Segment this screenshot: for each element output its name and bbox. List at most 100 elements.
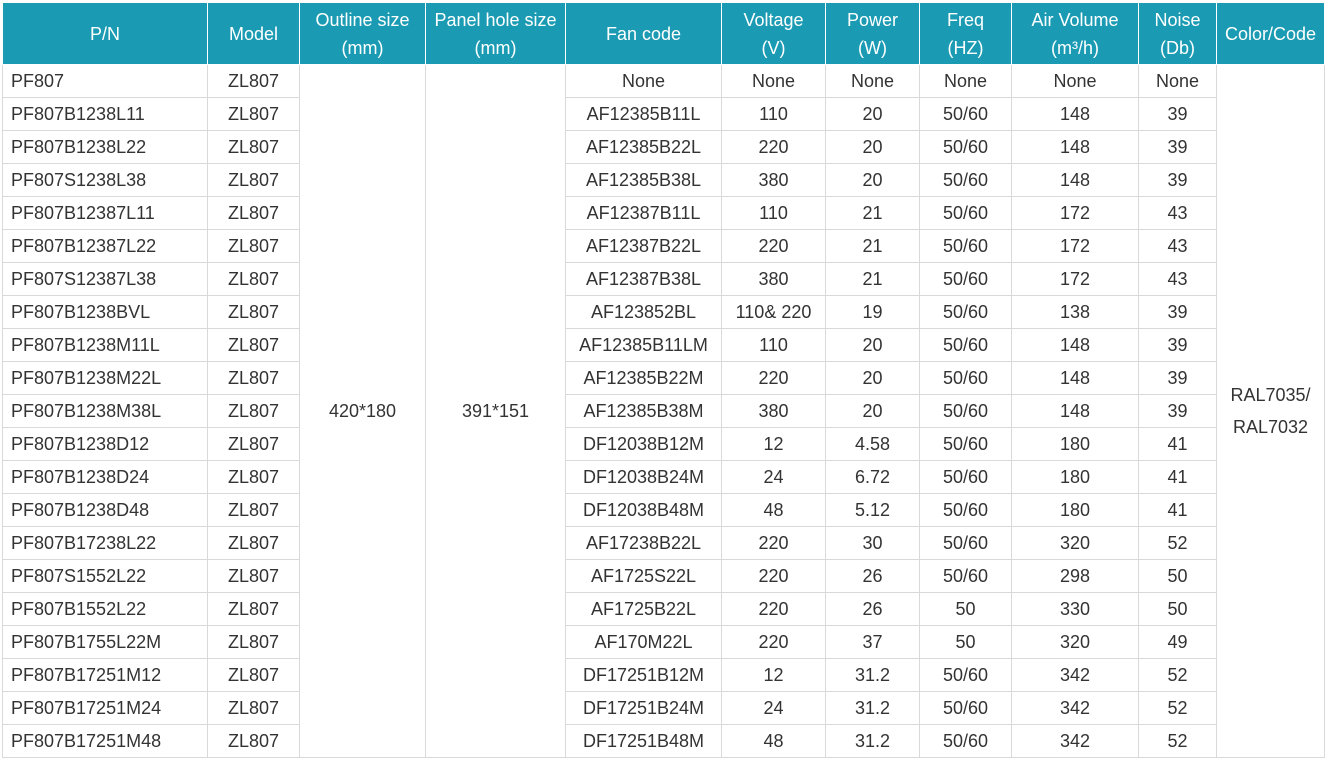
- column-header-unit: (Db): [1160, 37, 1195, 58]
- table-row: PF807B12387L11 ZL807 AF12387B11L 110 21 50/60…: [2, 196, 1325, 230]
- model-cell: ZL807: [207, 658, 300, 692]
- voltage-cell: 12: [721, 658, 826, 692]
- voltage-cell: 220: [721, 229, 826, 263]
- column-header-unit: (m³/h): [1051, 37, 1099, 58]
- table-row: PF807B17251M24 ZL807 DF17251B24M 24 31.2 50/6…: [2, 691, 1325, 725]
- column-header-unit: (V): [761, 37, 786, 58]
- pn-cell: PF807B17251M12: [2, 658, 208, 692]
- table-row: PF807B1238D12 ZL807 DF12038B12M 12 4.58 50/60…: [2, 427, 1325, 461]
- power-cell: 21: [825, 229, 920, 263]
- table-row: PF807B1238D24 ZL807 DF12038B24M 24 6.72 50/60…: [2, 460, 1325, 494]
- air-volume-cell: 148: [1011, 328, 1139, 362]
- column-header-label: P/N: [89, 23, 120, 44]
- column-header-label: Outline size: [315, 9, 410, 30]
- table-row: PF807B17251M48 ZL807 DF17251B48M 48 31.2 50/6…: [2, 724, 1325, 758]
- voltage-cell: 220: [721, 526, 826, 560]
- fan-code-cell: AF12387B11L: [565, 196, 722, 230]
- voltage-cell: 110: [721, 196, 826, 230]
- power-cell: 4.58: [825, 427, 920, 461]
- power-cell: 31.2: [825, 691, 920, 725]
- fan-code-cell: AF12385B22L: [565, 130, 722, 164]
- noise-cell: 39: [1138, 130, 1217, 164]
- model-cell: ZL807: [207, 460, 300, 494]
- fan-code-cell: DF17251B12M: [565, 658, 722, 692]
- power-cell: 26: [825, 592, 920, 626]
- pn-cell: PF807B17251M24: [2, 691, 208, 725]
- freq-cell: 50/60: [919, 493, 1012, 527]
- pn-cell: PF807B1238M22L: [2, 361, 208, 395]
- header-row: P/N Model Outline size (mm) Panel hole size (…: [2, 2, 1325, 65]
- noise-cell: 49: [1138, 625, 1217, 659]
- power-cell: 31.2: [825, 658, 920, 692]
- fan-code-cell: AF123852BL: [565, 295, 722, 329]
- air-volume-cell: 148: [1011, 394, 1139, 428]
- model-cell: ZL807: [207, 130, 300, 164]
- fan-code-cell: AF1725S22L: [565, 559, 722, 593]
- color-code-line: RAL7032: [1232, 417, 1309, 437]
- power-cell: 20: [825, 130, 920, 164]
- column-header: Panel hole size (mm): [425, 2, 566, 65]
- model-cell: ZL807: [207, 361, 300, 395]
- color-code-cell: RAL7035/RAL7032: [1216, 64, 1325, 758]
- column-header-label: Fan code: [605, 23, 682, 44]
- voltage-cell: 380: [721, 394, 826, 428]
- pn-cell: PF807B1238L22: [2, 130, 208, 164]
- fan-code-cell: AF1725B22L: [565, 592, 722, 626]
- noise-cell: 43: [1138, 262, 1217, 296]
- model-cell: ZL807: [207, 328, 300, 362]
- freq-cell: 50/60: [919, 526, 1012, 560]
- outline-size-cell: 420*180: [299, 64, 426, 758]
- freq-cell: 50/60: [919, 559, 1012, 593]
- table-row: PF807B12387L22 ZL807 AF12387B22L 220 21 50/60…: [2, 229, 1325, 263]
- freq-cell: 50/60: [919, 163, 1012, 197]
- air-volume-cell: None: [1011, 64, 1139, 98]
- freq-cell: 50: [919, 592, 1012, 626]
- noise-cell: 39: [1138, 361, 1217, 395]
- panel-hole-size-cell: 391*151: [425, 64, 566, 758]
- pn-cell: PF807: [2, 64, 208, 98]
- pn-cell: PF807S1238L38: [2, 163, 208, 197]
- pn-cell: PF807B12387L22: [2, 229, 208, 263]
- table-row: PF807B1238M22L ZL807 AF12385B22M 220 20 50/60…: [2, 361, 1325, 395]
- pn-cell: PF807B1238D24: [2, 460, 208, 494]
- model-cell: ZL807: [207, 64, 300, 98]
- freq-cell: 50/60: [919, 394, 1012, 428]
- freq-cell: 50: [919, 625, 1012, 659]
- voltage-cell: 48: [721, 493, 826, 527]
- model-cell: ZL807: [207, 724, 300, 758]
- noise-cell: 52: [1138, 691, 1217, 725]
- table-row: PF807B1238BVL ZL807 AF123852BL 110& 220 19 50…: [2, 295, 1325, 329]
- fan-code-cell: AF12387B38L: [565, 262, 722, 296]
- noise-cell: 41: [1138, 460, 1217, 494]
- column-header-unit: (mm): [474, 37, 517, 58]
- model-cell: ZL807: [207, 229, 300, 263]
- freq-cell: 50/60: [919, 196, 1012, 230]
- air-volume-cell: 148: [1011, 97, 1139, 131]
- model-cell: ZL807: [207, 691, 300, 725]
- air-volume-cell: 342: [1011, 691, 1139, 725]
- column-header: P/N: [2, 2, 208, 65]
- air-volume-cell: 180: [1011, 427, 1139, 461]
- freq-cell: 50/60: [919, 658, 1012, 692]
- model-cell: ZL807: [207, 526, 300, 560]
- voltage-cell: 110& 220: [721, 295, 826, 329]
- noise-cell: 50: [1138, 559, 1217, 593]
- model-cell: ZL807: [207, 625, 300, 659]
- table-row: PF807B1238L22 ZL807 AF12385B22L 220 20 50/60 1…: [2, 130, 1325, 164]
- power-cell: 20: [825, 361, 920, 395]
- fan-code-cell: AF12385B38M: [565, 394, 722, 428]
- table-row: PF807S12387L38 ZL807 AF12387B38L 380 21 50/60…: [2, 262, 1325, 296]
- fan-code-cell: DF17251B24M: [565, 691, 722, 725]
- power-cell: None: [825, 64, 920, 98]
- power-cell: 20: [825, 394, 920, 428]
- column-header-label: Power: [846, 9, 899, 30]
- power-cell: 21: [825, 262, 920, 296]
- voltage-cell: 380: [721, 262, 826, 296]
- column-header-unit: (mm): [341, 37, 384, 58]
- model-cell: ZL807: [207, 559, 300, 593]
- freq-cell: 50/60: [919, 427, 1012, 461]
- column-header-label: Panel hole size: [434, 9, 557, 30]
- table-row: PF807B1238L11 ZL807 AF12385B11L 110 20 50/60 1…: [2, 97, 1325, 131]
- model-cell: ZL807: [207, 163, 300, 197]
- column-header-label: Model: [228, 23, 279, 44]
